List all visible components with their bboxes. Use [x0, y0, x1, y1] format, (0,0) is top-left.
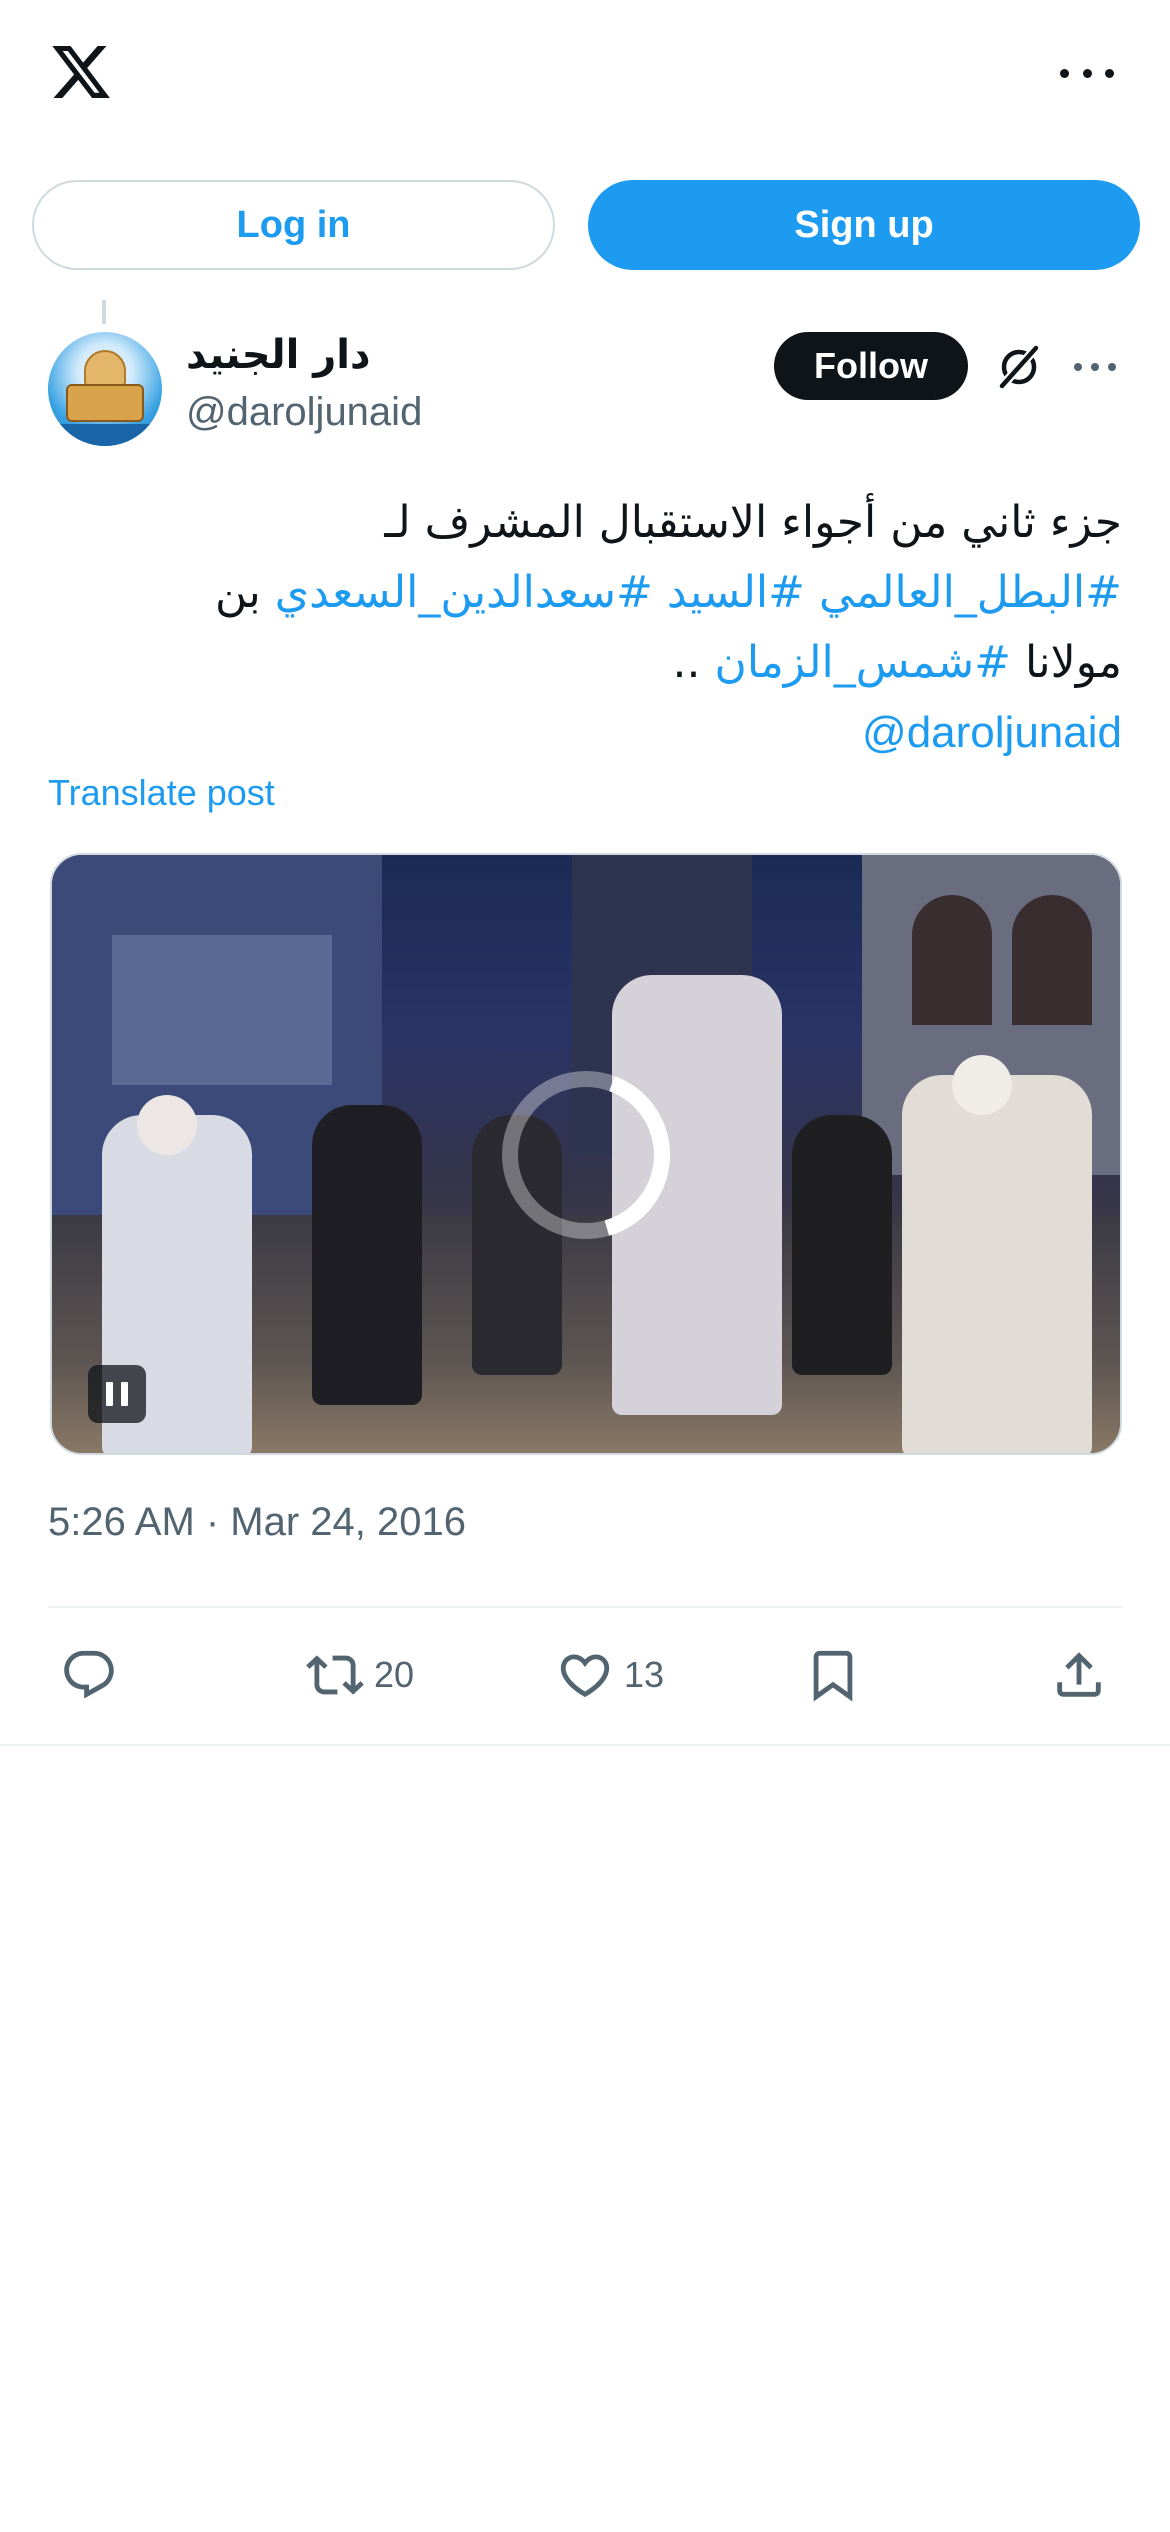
translate-post-link[interactable]: Translate post	[48, 772, 275, 814]
tweet-text-segment: جزء ثاني من أجواء الاستقبال المشرف لـ	[384, 497, 1122, 548]
tweet-text-line: جزء ثاني من أجواء الاستقبال المشرف لـ	[48, 488, 1122, 558]
post-timestamp[interactable]: 5:26 AM · Mar 24, 2016	[48, 1500, 466, 1545]
avatar[interactable]	[48, 332, 162, 446]
more-horizontal-icon[interactable]	[1060, 58, 1114, 88]
share-icon	[1057, 1652, 1101, 1697]
divider	[0, 1744, 1170, 1746]
login-button[interactable]: Log in	[32, 180, 555, 270]
hashtag-link[interactable]: #سعدالدين_السعدي	[275, 567, 653, 618]
tweet-text: جزء ثاني من أجواء الاستقبال المشرف لـ #ال…	[48, 488, 1122, 768]
tweet-text-line: @daroljunaid	[48, 698, 1122, 768]
author-handle[interactable]: @daroljunaid	[186, 390, 422, 435]
retweet-icon	[306, 1655, 364, 1695]
divider	[48, 1606, 1122, 1608]
tweet-text-segment: بن	[214, 567, 275, 618]
like-button[interactable]: 13	[556, 1642, 664, 1708]
tweet-text-segment	[805, 567, 819, 618]
auth-buttons: Log in Sign up	[32, 180, 1140, 270]
reply-button[interactable]	[60, 1642, 118, 1708]
thread-connector-line	[102, 300, 106, 324]
video-player[interactable]	[50, 853, 1122, 1455]
spinner-icon	[502, 1071, 670, 1239]
heart-icon	[560, 1654, 610, 1698]
top-bar	[0, 0, 1170, 150]
reply-icon	[64, 1650, 114, 1699]
mention-link[interactable]: @daroljunaid	[862, 708, 1122, 757]
follow-button[interactable]: Follow	[774, 332, 968, 400]
retweet-count: 20	[374, 1654, 415, 1695]
tweet-text-line: مولانا #شمس_الزمان ..	[48, 628, 1122, 698]
signup-button[interactable]: Sign up	[588, 180, 1140, 270]
retweet-button[interactable]: 20	[306, 1642, 414, 1708]
tweet-text-segment	[653, 567, 667, 618]
hashtag-link[interactable]: #البطل_العالمي	[819, 567, 1122, 618]
share-button[interactable]	[1050, 1642, 1108, 1708]
post-more-icon[interactable]	[1074, 360, 1116, 374]
author-name[interactable]: دار الجنيد	[186, 332, 371, 388]
tweet-text-line: #البطل_العالمي #السيد #سعدالدين_السعدي ب…	[48, 558, 1122, 628]
bookmark-button[interactable]	[804, 1642, 862, 1708]
tweet-text-segment: ..	[672, 637, 715, 688]
tweet-text-segment: مولانا	[1010, 637, 1122, 688]
grok-icon[interactable]	[994, 342, 1044, 392]
like-count: 13	[624, 1654, 665, 1695]
bookmark-icon	[813, 1650, 853, 1702]
hashtag-link[interactable]: #شمس_الزمان	[715, 637, 1011, 688]
hashtag-link[interactable]: #السيد	[667, 567, 805, 618]
x-logo-icon[interactable]	[47, 40, 115, 104]
pause-icon[interactable]	[88, 1365, 146, 1423]
tweet-page: Log in Sign up دار الجنيد @daroljunaid F…	[0, 0, 1170, 2532]
